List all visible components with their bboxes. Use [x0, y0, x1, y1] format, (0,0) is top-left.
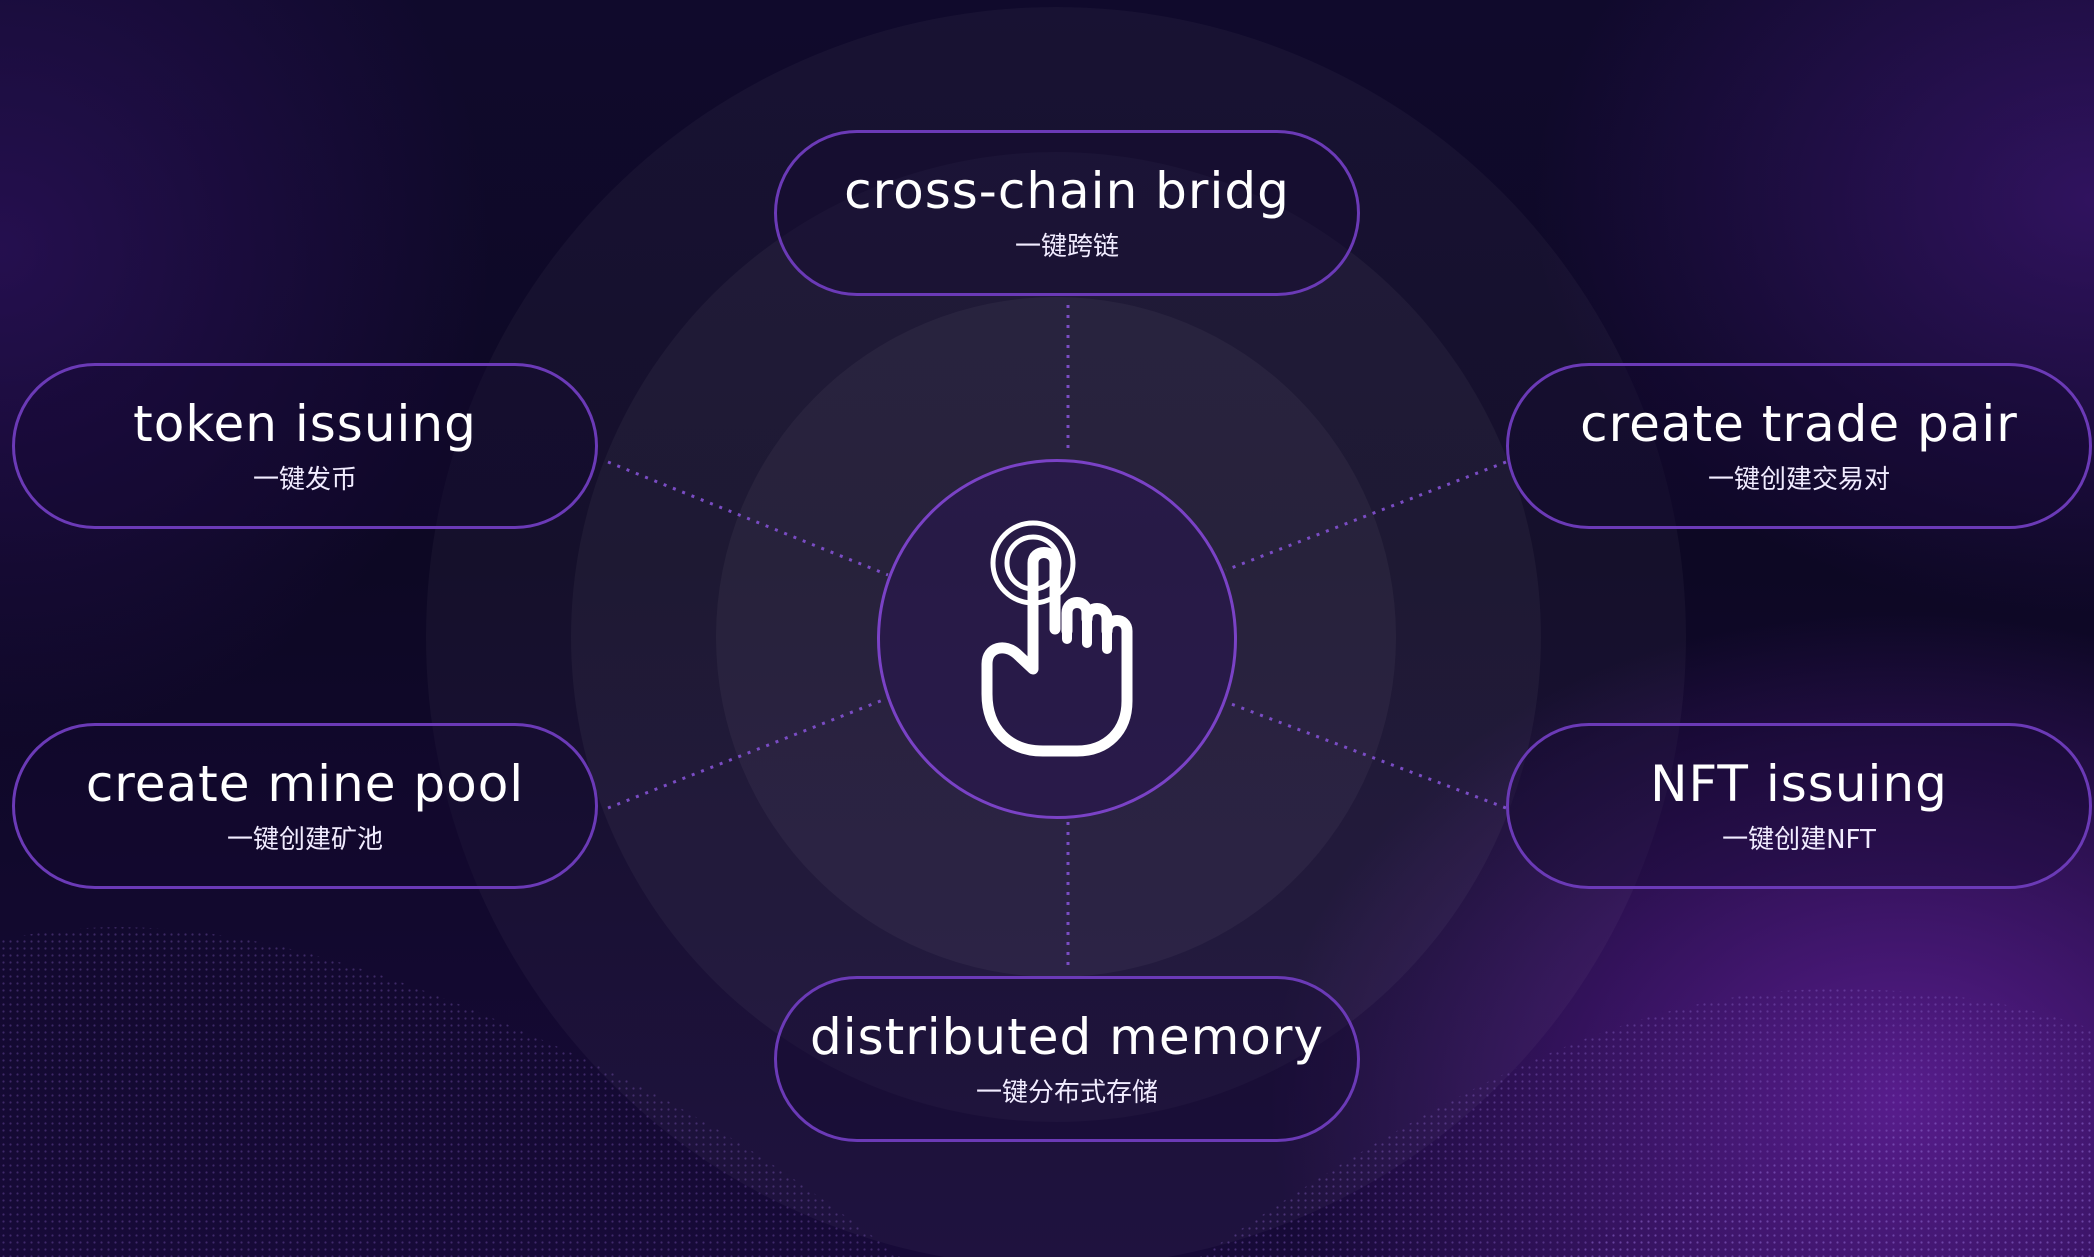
create-trade-pair-pill[interactable]: create trade pair 一键创建交易对: [1506, 363, 2092, 529]
pill-title: distributed memory: [809, 1008, 1325, 1066]
create-mine-pool-pill[interactable]: create mine pool 一键创建矿池: [12, 723, 598, 889]
pill-title: NFT issuing: [1650, 755, 1948, 813]
pill-title: token issuing: [133, 395, 477, 453]
pill-title: create trade pair: [1580, 395, 2018, 453]
pill-subtitle: 一键跨链: [1014, 232, 1119, 262]
nft-issuing-pill[interactable]: NFT issuing 一键创建NFT: [1506, 723, 2092, 889]
pill-subtitle: 一键创建NFT: [1722, 825, 1876, 855]
pill-subtitle: 一键创建矿池: [226, 825, 383, 855]
pill-subtitle: 一键发币: [252, 465, 357, 495]
pill-title: cross-chain bridg: [844, 162, 1290, 220]
pill-subtitle: 一键分布式存储: [975, 1078, 1158, 1108]
distributed-memory-pill[interactable]: distributed memory 一键分布式存储: [774, 976, 1360, 1142]
diagram-canvas: cross-chain bridg 一键跨链 token issuing 一键发…: [0, 0, 2094, 1257]
token-issuing-pill[interactable]: token issuing 一键发币: [12, 363, 598, 529]
pill-subtitle: 一键创建交易对: [1707, 465, 1890, 495]
pill-title: create mine pool: [85, 755, 525, 813]
tap-hand-icon: [981, 520, 1133, 757]
center-tap-button[interactable]: [877, 459, 1237, 819]
cross-chain-bridge-pill[interactable]: cross-chain bridg 一键跨链: [774, 130, 1360, 296]
